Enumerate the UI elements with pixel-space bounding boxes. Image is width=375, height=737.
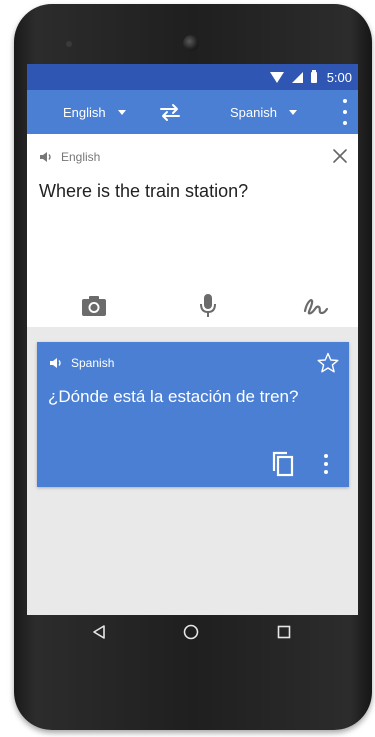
battery-icon (310, 69, 317, 83)
source-language-name: English (61, 150, 101, 164)
more-vert-icon[interactable] (342, 99, 348, 125)
close-icon[interactable] (332, 148, 348, 164)
swap-arrows-icon[interactable] (158, 100, 182, 124)
copy-icon[interactable] (269, 450, 297, 478)
translation-result-card[interactable]: Spanish ¿Dónde está la estación de tren? (37, 342, 349, 487)
front-camera (183, 35, 199, 51)
handwriting-button[interactable] (301, 291, 331, 321)
recents-square-icon (277, 625, 291, 639)
handwriting-icon (303, 299, 329, 315)
status-bar: 5:00 (27, 64, 358, 90)
speaker-icon[interactable] (39, 151, 53, 163)
source-text-input[interactable]: Where is the train station? (39, 181, 248, 202)
chevron-down-icon (288, 109, 297, 115)
source-language-selector[interactable]: English (63, 105, 126, 120)
source-language-label: English (63, 104, 106, 120)
source-language-row: English (39, 150, 100, 164)
wifi-icon (269, 71, 284, 83)
more-vert-icon[interactable] (323, 454, 328, 474)
back-triangle-icon (93, 625, 105, 639)
status-time: 5:00 (326, 69, 352, 85)
microphone-icon (200, 294, 216, 317)
translated-text: ¿Dónde está la estación de tren? (48, 387, 299, 406)
language-toolbar: English Spanish (27, 90, 358, 134)
target-language-row: Spanish (49, 356, 114, 370)
home-circle-icon (183, 624, 199, 640)
speaker-icon[interactable] (49, 357, 63, 369)
signal-icon (291, 71, 303, 83)
back-button[interactable] (87, 620, 111, 644)
target-language-name: Spanish (71, 356, 115, 370)
home-button[interactable] (179, 620, 203, 644)
sensor-dot (66, 41, 72, 47)
input-tools (27, 291, 358, 321)
chevron-down-icon (117, 109, 126, 115)
app-screen: 5:00 English Spanish English Where is th… (27, 64, 358, 615)
star-icon[interactable] (316, 351, 340, 375)
camera-icon (82, 296, 106, 316)
target-language-selector[interactable]: Spanish (230, 105, 297, 120)
system-nav-bar (13, 611, 344, 653)
recents-button[interactable] (272, 620, 296, 644)
camera-button[interactable] (79, 291, 109, 321)
microphone-button[interactable] (193, 291, 223, 321)
input-card: English Where is the train station? (27, 134, 358, 327)
target-language-label: Spanish (230, 104, 277, 120)
